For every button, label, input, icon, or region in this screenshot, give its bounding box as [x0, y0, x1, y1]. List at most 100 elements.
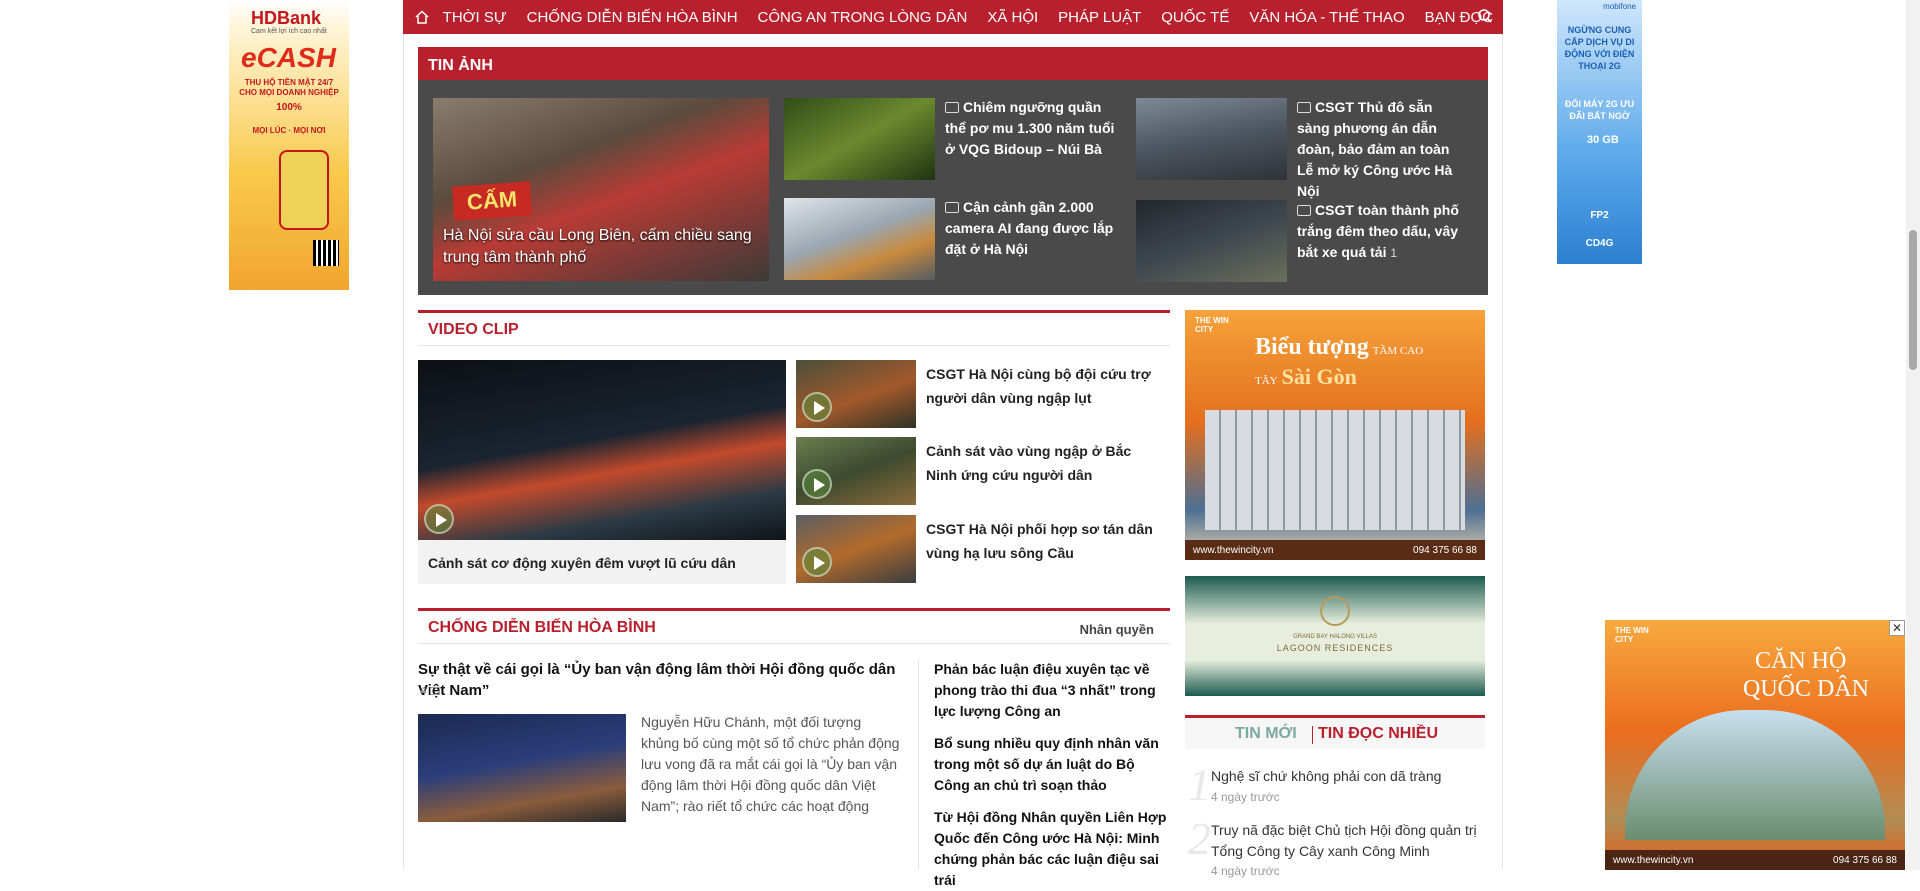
nav-item[interactable]: THỜI SỰ [433, 9, 517, 26]
floating-thewincity-ad[interactable]: THE WIN CITY CĂN HỘ QUỐC DÂN www.thewinc… [1605, 620, 1905, 870]
play-icon[interactable] [802, 469, 832, 499]
cdbhb-lead-title[interactable]: Sự thật về cái gọi là “Ủy ban vận động l… [418, 659, 908, 701]
sidebar-tabs: TIN MỚI TIN ĐỌC NHIỀU [1185, 715, 1485, 749]
cdbhb-lead-image[interactable] [418, 714, 626, 822]
mobifone-headline: NGỪNG CUNG CẤP DỊCH VỤ DI ĐỘNG VỚI ĐIỆN … [1564, 25, 1635, 71]
tab-tin-doc-nhieu[interactable]: TIN ĐỌC NHIỀU [1318, 725, 1438, 743]
tin-anh-title: TIN ẢNH [418, 50, 1488, 80]
camera-icon [1297, 205, 1311, 216]
tin-anh-lead[interactable]: CẤM Hà Nội sửa cầu Long Biên, cấm chiều … [433, 98, 769, 281]
cam-sign: CẤM [451, 181, 533, 221]
lagoon-residences-ad[interactable]: GRAND BAY HALONG VILLAS LAGOON RESIDENCE… [1185, 576, 1485, 696]
video-main-caption[interactable]: Cảnh sát cơ động xuyên đêm vượt lũ cứu d… [428, 551, 778, 575]
hdbank-line2: CHO MỌI DOANH NGHIỆP [239, 88, 339, 97]
cdbhb-section-title[interactable]: CHỐNG DIỄN BIẾN HÒA BÌNH [428, 619, 656, 637]
twc2-photo [1625, 710, 1885, 840]
twc-headline2: TẦM CAO [1372, 345, 1424, 357]
scrollbar-thumb[interactable] [1909, 230, 1917, 370]
tab-divider [1312, 726, 1313, 744]
tin-anh-item[interactable]: Cận cảnh gần 2.000 camera AI đang được l… [945, 197, 1115, 260]
hdbank-line1: THU HỘ TIỀN MẶT 24/7 [244, 78, 334, 87]
sidebar-item-time: 4 ngày trước [1211, 864, 1280, 878]
play-icon[interactable] [802, 547, 832, 577]
tin-anh-item-title: Chiêm ngưỡng quần thể pơ mu 1.300 năm tu… [945, 99, 1115, 157]
tin-anh-thumb[interactable] [1136, 200, 1287, 282]
main-nav: THỜI SỰ CHỐNG DIỄN BIẾN HÒA BÌNH CÔNG AN… [403, 0, 1503, 34]
twc-web: www.thewincity.vn [1193, 544, 1274, 556]
tin-anh-item[interactable]: Chiêm ngưỡng quần thể pơ mu 1.300 năm tu… [945, 97, 1120, 160]
cdbhb-side-item[interactable]: Bổ sung nhiều quy định nhân văn trong mộ… [934, 733, 1170, 796]
hdbank-ad[interactable]: HDBank Cam kết lợi ích cao nhất eCASH TH… [229, 0, 349, 290]
video-section-header: VIDEO CLIP [418, 310, 1170, 346]
nav-item[interactable]: XÃ HỘI [977, 9, 1048, 26]
hdbank-phone-art [279, 150, 329, 230]
nav-item[interactable]: VĂN HÓA - THỂ THAO [1239, 9, 1414, 26]
video-section-title[interactable]: VIDEO CLIP [428, 321, 519, 339]
mobifone-pkg2: CD4G [1585, 238, 1614, 249]
sidebar-item-title[interactable]: Nghệ sĩ chứ không phải con dã tràng [1211, 766, 1481, 787]
search-icon[interactable] [1477, 8, 1493, 29]
cdbhb-side-item[interactable]: Từ Hội đồng Nhân quyền Liên Hợp Quốc đến… [934, 807, 1170, 891]
close-icon[interactable]: ✕ [1889, 620, 1905, 636]
hdbank-pct: 100% [276, 102, 302, 113]
nav-item[interactable]: QUỐC TẾ [1151, 9, 1239, 26]
home-icon[interactable] [411, 0, 433, 34]
nav-item[interactable]: PHÁP LUẬT [1048, 9, 1151, 26]
rank-number: 2 [1188, 813, 1211, 864]
video-item[interactable]: CSGT Hà Nội cùng bộ đội cứu trợ người dâ… [926, 362, 1166, 410]
video-item[interactable]: CSGT Hà Nội phối hợp sơ tán dân vùng hạ … [926, 517, 1166, 565]
twc-phone: 094 375 66 88 [1413, 544, 1477, 556]
sidebar-item-time: 4 ngày trước [1211, 790, 1280, 804]
video-thumb[interactable] [796, 360, 916, 428]
twc2-footer: www.thewincity.vn 094 375 66 88 [1605, 850, 1905, 870]
cdbhb-side-item[interactable]: Phản bác luận điệu xuyên tạc về phong tr… [934, 659, 1170, 722]
tin-anh-item-title: CSGT toàn thành phố trắng đêm theo dấu, … [1297, 202, 1459, 260]
rank-number: 1 [1188, 759, 1211, 810]
tin-anh-item[interactable]: CSGT toàn thành phố trắng đêm theo dấu, … [1297, 200, 1467, 264]
camera-icon [945, 202, 959, 213]
mobifone-data: 30 GB [1587, 134, 1619, 146]
tin-anh-thumb[interactable] [1136, 98, 1287, 180]
video-item[interactable]: Cảnh sát vào vùng ngập ở Bắc Ninh ứng cứ… [926, 439, 1166, 487]
twc2-web: www.thewincity.vn [1613, 854, 1694, 866]
thewincity-ad[interactable]: THE WIN CITY Biểu tượng TẦM CAO TÂY Sài … [1185, 310, 1485, 560]
cdbhb-lead-excerpt: Nguyễn Hữu Chánh, một đối tượng khủng bố… [641, 714, 900, 814]
twc2-headline2: QUỐC DÂN [1743, 676, 1869, 702]
play-icon[interactable] [424, 504, 454, 534]
nav-item[interactable]: CHỐNG DIỄN BIẾN HÒA BÌNH [517, 9, 748, 26]
lagoon-logo-icon [1320, 596, 1350, 626]
lagoon-sub: GRAND BAY HALONG VILLAS [1293, 634, 1377, 640]
tin-anh-lead-caption: Hà Nội sửa cầu Long Biên, cấm chiều sang… [443, 227, 752, 266]
video-thumb[interactable] [796, 515, 916, 583]
page-scrollbar[interactable] [1906, 0, 1920, 870]
tin-anh-item[interactable]: CSGT Thủ đô sẵn sàng phương án dẫn đoàn,… [1297, 97, 1467, 202]
tin-anh-item-title: Cận cảnh gần 2.000 camera AI đang được l… [945, 199, 1114, 257]
lagoon-name: LAGOON RESIDENCES [1276, 643, 1394, 653]
hdbank-anytime: MỌI LÚC · MỌI NƠI [252, 126, 326, 135]
camera-icon [1297, 102, 1311, 113]
nhan-quyen-link[interactable]: Nhân quyền [1080, 622, 1154, 637]
mobifone-pkg1: FP2 [1590, 210, 1609, 221]
twc-headline-text: Biểu tượng [1255, 334, 1369, 360]
mobifone-promo: ĐỔI MÁY 2G ƯU ĐÃI BẤT NGỜ [1564, 99, 1635, 121]
cdbhb-section-header: CHỐNG DIỄN BIẾN HÒA BÌNH Nhân quyền [418, 608, 1170, 644]
hdbank-product: eCASH [241, 42, 336, 73]
tab-tin-moi[interactable]: TIN MỚI [1235, 725, 1297, 743]
twc-logo: THE WIN CITY [1195, 316, 1229, 334]
comment-count: 1 [1390, 246, 1398, 260]
twc-footer: www.thewincity.vn 094 375 66 88 [1185, 540, 1485, 560]
nav-item[interactable]: CÔNG AN TRONG LÒNG DÂN [748, 9, 978, 26]
mobifone-logo: mobifone [1603, 2, 1636, 11]
twc2-headline: CĂN HỘ [1755, 648, 1847, 674]
sidebar-item-title[interactable]: Truy nã đặc biệt Chủ tịch Hội đồng quản … [1211, 820, 1481, 862]
mobifone-ad[interactable]: mobifone NGỪNG CUNG CẤP DỊCH VỤ DI ĐỘNG … [1557, 0, 1642, 264]
comment-icon [430, 687, 441, 695]
play-icon[interactable] [802, 392, 832, 422]
hdbank-logo: HDBank [251, 8, 322, 28]
tin-anh-thumb[interactable] [784, 198, 935, 280]
twc-place-prefix: TÂY [1255, 375, 1278, 387]
camera-icon [945, 102, 959, 113]
video-thumb[interactable] [796, 437, 916, 505]
tin-anh-thumb[interactable] [784, 98, 935, 180]
video-main-thumb[interactable] [418, 360, 786, 540]
